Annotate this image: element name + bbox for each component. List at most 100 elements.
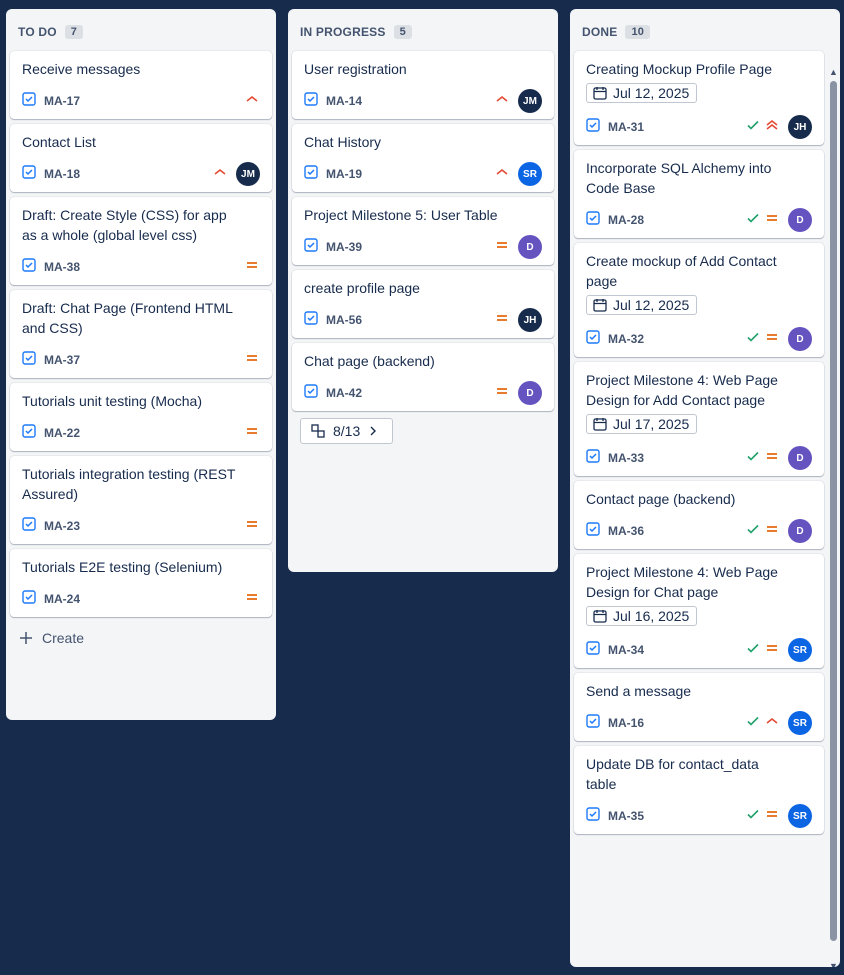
card-meta-icons: JH	[746, 115, 812, 139]
column-title: TO DO	[18, 25, 57, 39]
issue-key[interactable]: MA-22	[44, 426, 80, 440]
column-done: DONE 10 Creating Mockup Profile Page Jul …	[570, 9, 840, 967]
issue-key[interactable]: MA-39	[326, 240, 362, 254]
issue-key[interactable]: MA-42	[326, 386, 362, 400]
assignee-avatar[interactable]: SR	[788, 804, 812, 828]
issue-card[interactable]: Contact page (backend) MA-36 D	[574, 481, 824, 549]
card-footer: MA-28 D	[586, 208, 812, 232]
issue-key-group: MA-36	[586, 521, 644, 541]
issue-card[interactable]: Project Milestone 5: User Table MA-39 D	[292, 197, 554, 265]
issue-card[interactable]: Tutorials unit testing (Mocha) MA-22	[10, 383, 272, 451]
issue-key[interactable]: MA-19	[326, 167, 362, 181]
card-meta-icons: SR	[494, 162, 542, 186]
assignee-avatar[interactable]: SR	[788, 711, 812, 735]
assignee-avatar[interactable]: D	[788, 208, 812, 232]
issue-card[interactable]: create profile page MA-56 JH	[292, 270, 554, 338]
card-meta-icons	[244, 257, 260, 278]
issue-key[interactable]: MA-31	[608, 120, 644, 134]
scrollbar[interactable]: ▲ ▼	[828, 67, 838, 967]
card-title: Creating Mockup Profile Page	[586, 61, 772, 77]
issue-card[interactable]: Chat History MA-19 SR	[292, 124, 554, 192]
calendar-icon	[593, 609, 607, 623]
assignee-avatar[interactable]: D	[518, 381, 542, 405]
equals-priority-icon	[244, 589, 260, 610]
issue-key[interactable]: MA-28	[608, 213, 644, 227]
double-chevron-up-priority-icon	[764, 117, 780, 138]
assignee-avatar[interactable]: JM	[236, 162, 260, 186]
assignee-avatar[interactable]: D	[788, 519, 812, 543]
issue-key[interactable]: MA-37	[44, 353, 80, 367]
issue-key-group: MA-42	[304, 383, 362, 403]
issue-key[interactable]: MA-56	[326, 313, 362, 327]
scroll-down-icon[interactable]: ▼	[829, 961, 838, 967]
issue-card[interactable]: Draft: Chat Page (Frontend HTML and CSS)…	[10, 290, 272, 378]
issue-card[interactable]: Tutorials E2E testing (Selenium) MA-24	[10, 549, 272, 617]
card-footer: MA-37	[22, 348, 260, 372]
issue-key[interactable]: MA-24	[44, 592, 80, 606]
issue-card[interactable]: Creating Mockup Profile Page Jul 12, 2025…	[574, 51, 824, 145]
card-footer: MA-35 SR	[586, 804, 812, 828]
issue-key-group: MA-31	[586, 117, 644, 137]
checkbox-task-icon	[586, 210, 600, 230]
card-meta-icons: SR	[746, 804, 812, 828]
checkbox-task-icon	[22, 350, 36, 370]
checkbox-task-icon	[22, 257, 36, 277]
issue-key[interactable]: MA-32	[608, 332, 644, 346]
assignee-avatar[interactable]: JH	[518, 308, 542, 332]
issue-key[interactable]: MA-14	[326, 94, 362, 108]
card-footer: MA-32 D	[586, 327, 812, 351]
issue-key[interactable]: MA-38	[44, 260, 80, 274]
issue-card[interactable]: User registration MA-14 JM	[292, 51, 554, 119]
card-meta-icons: D	[746, 208, 812, 232]
due-date-text: Jul 12, 2025	[613, 85, 690, 101]
issue-key[interactable]: MA-35	[608, 809, 644, 823]
card-title: Tutorials integration testing (REST Assu…	[22, 466, 236, 502]
issue-key-group: MA-39	[304, 237, 362, 257]
checkbox-task-icon	[586, 521, 600, 541]
issue-card[interactable]: Project Milestone 4: Web Page Design for…	[574, 554, 824, 668]
assignee-avatar[interactable]: JH	[788, 115, 812, 139]
issue-card[interactable]: Update DB for contact_data table MA-35 SR	[574, 746, 824, 834]
equals-priority-icon	[244, 423, 260, 444]
issue-card[interactable]: Chat page (backend) MA-42 D	[292, 343, 554, 411]
assignee-avatar[interactable]: SR	[788, 638, 812, 662]
card-meta-icons	[244, 516, 260, 537]
card-footer: MA-16 SR	[586, 711, 812, 735]
card-meta-icons	[244, 589, 260, 610]
assignee-avatar[interactable]: JM	[518, 89, 542, 113]
issue-key[interactable]: MA-16	[608, 716, 644, 730]
issue-card[interactable]: Contact List MA-18 JM	[10, 124, 272, 192]
scroll-thumb[interactable]	[830, 81, 837, 941]
card-title: Tutorials unit testing (Mocha)	[22, 393, 202, 409]
create-issue-button[interactable]: Create	[10, 622, 272, 656]
card-list: Creating Mockup Profile Page Jul 12, 2025…	[574, 51, 824, 834]
assignee-avatar[interactable]: D	[518, 235, 542, 259]
issue-card[interactable]: Project Milestone 4: Web Page Design for…	[574, 362, 824, 476]
child-issues-button[interactable]: 8/13	[300, 418, 394, 444]
issue-card[interactable]: Incorporate SQL Alchemy into Code Base MA…	[574, 150, 824, 238]
issue-card[interactable]: Receive messages MA-17	[10, 51, 272, 119]
checkmark-icon	[746, 449, 760, 468]
assignee-avatar[interactable]: SR	[518, 162, 542, 186]
issue-key[interactable]: MA-18	[44, 167, 80, 181]
column-in-progress: IN PROGRESS 5 User registration MA-14 JM Ch…	[288, 9, 558, 572]
issue-key[interactable]: MA-23	[44, 519, 80, 533]
issue-key[interactable]: MA-36	[608, 524, 644, 538]
assignee-avatar[interactable]: D	[788, 446, 812, 470]
card-title: Chat page (backend)	[304, 353, 435, 369]
scroll-up-icon[interactable]: ▲	[829, 67, 838, 77]
assignee-avatar[interactable]: D	[788, 327, 812, 351]
issue-key-group: MA-17	[22, 91, 80, 111]
issue-key[interactable]: MA-17	[44, 94, 80, 108]
issue-card[interactable]: Draft: Create Style (CSS) for app as a w…	[10, 197, 272, 285]
card-footer: MA-14 JM	[304, 89, 542, 113]
issue-card[interactable]: Tutorials integration testing (REST Assu…	[10, 456, 272, 544]
issue-card[interactable]: Send a message MA-16 SR	[574, 673, 824, 741]
card-meta-icons: D	[494, 235, 542, 259]
issue-key[interactable]: MA-33	[608, 451, 644, 465]
card-meta-icons	[244, 423, 260, 444]
issue-key[interactable]: MA-34	[608, 643, 644, 657]
issue-card[interactable]: Create mockup of Add Contact page Jul 12,…	[574, 243, 824, 357]
checkbox-task-icon	[586, 329, 600, 349]
issue-key-group: MA-37	[22, 350, 80, 370]
